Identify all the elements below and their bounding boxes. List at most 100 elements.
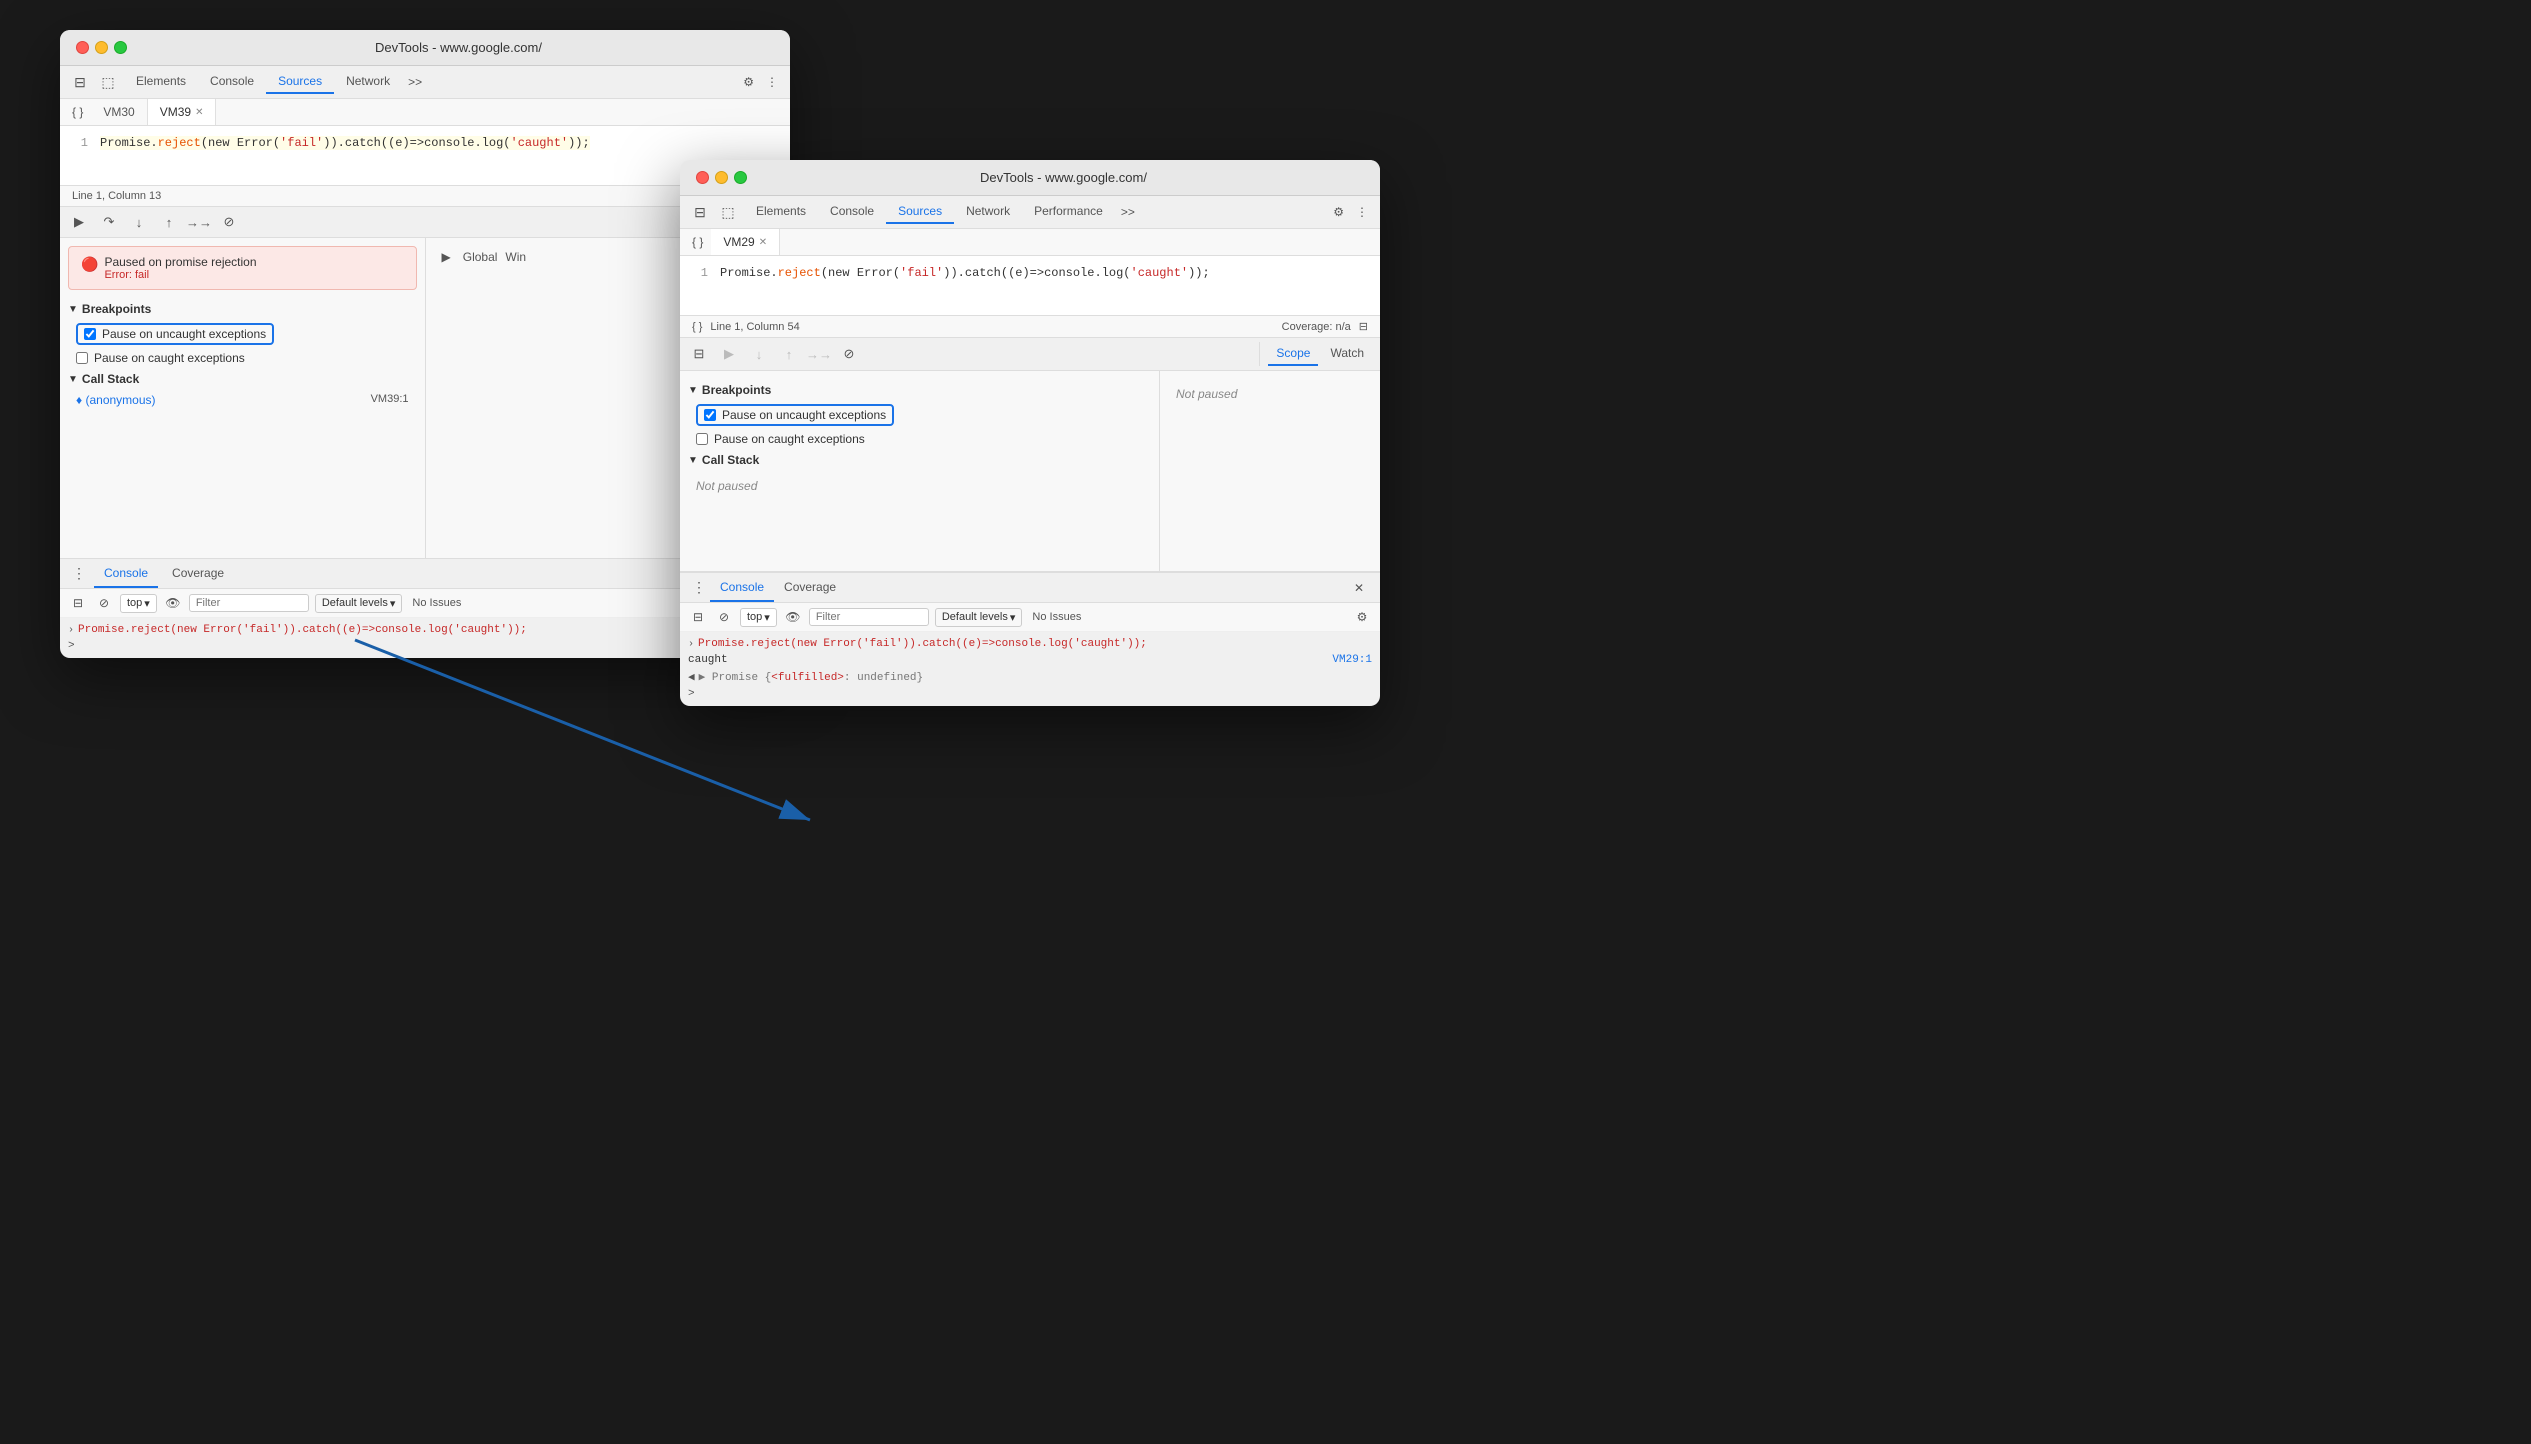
right-scope-2: Not paused — [1160, 371, 1380, 571]
resume-btn-1[interactable]: ▶ — [68, 211, 90, 233]
win-label-1[interactable]: Win — [505, 250, 526, 264]
pause-caught-item-2[interactable]: Pause on caught exceptions — [688, 429, 1151, 449]
pause-uncaught-item-1[interactable]: Pause on uncaught exceptions — [68, 320, 417, 348]
callstack-header-1[interactable]: ▼ Call Stack — [68, 368, 417, 390]
top-selector-1[interactable]: top ▾ — [120, 594, 157, 613]
promise-expand-icon[interactable]: ◀ — [688, 670, 695, 684]
traffic-lights-1 — [76, 41, 127, 54]
more-icon-2[interactable]: ⋮ — [1352, 201, 1372, 223]
console-text-2a: Promise.reject(new Error('fail')).catch(… — [698, 638, 1147, 650]
pause-uncaught-checkbox-1[interactable] — [84, 328, 96, 340]
expand-global-icon[interactable]: ▶ — [442, 250, 451, 264]
filter-input-1[interactable] — [189, 594, 309, 612]
minimize-button-2[interactable] — [715, 171, 728, 184]
global-label-1[interactable]: Global — [463, 250, 498, 264]
eye-btn-2[interactable]: 👁 — [783, 607, 803, 627]
settings-icon-2[interactable]: ⚙ — [1329, 201, 1348, 223]
top-label-1: top — [127, 597, 142, 609]
clear-btn-2[interactable]: ⊘ — [714, 607, 734, 627]
step-into-btn-1[interactable]: ↓ — [128, 211, 150, 233]
close-button-1[interactable] — [76, 41, 89, 54]
close-console-icon-2[interactable]: ✕ — [1346, 577, 1372, 599]
console-dots-icon[interactable]: ⋮ — [68, 559, 90, 588]
callstack-label-2: Call Stack — [702, 453, 759, 467]
console-cursor-1[interactable]: > — [68, 638, 782, 654]
step-into-btn-2[interactable]: ↑ — [778, 343, 800, 365]
sidebar-btn-1[interactable]: ⊟ — [68, 593, 88, 613]
callstack-header-2[interactable]: ▼ Call Stack — [688, 449, 1151, 471]
deactivate-btn-2[interactable]: ⊘ — [838, 343, 860, 365]
console-line-2a: › Promise.reject(new Error('fail')).catc… — [688, 636, 1372, 652]
expand-arrow-icon-1[interactable]: › — [68, 625, 74, 636]
pause-btn-2[interactable]: ⊟ — [688, 343, 710, 365]
deactivate-btn-1[interactable]: ⊘ — [218, 211, 240, 233]
scope-tab-2[interactable]: Scope — [1268, 342, 1318, 366]
tab-console-2[interactable]: Console — [818, 200, 886, 224]
breakpoints-header-2[interactable]: ▼ Breakpoints — [688, 379, 1151, 401]
code-area-2: 1 Promise.reject(new Error('fail')).catc… — [680, 256, 1380, 316]
resume-btn-2[interactable]: ▶ — [718, 343, 740, 365]
expand-icon-2[interactable]: ▶ — [699, 672, 706, 684]
caught-line-2: caught VM29:1 — [688, 654, 1372, 666]
pause-caught-label-2: Pause on caught exceptions — [714, 432, 865, 446]
filter-input-2[interactable] — [809, 608, 929, 626]
file-tab-vm30[interactable]: VM30 — [91, 99, 147, 125]
more-icon-1[interactable]: ⋮ — [762, 71, 782, 93]
console-tab-1[interactable]: Console — [94, 560, 158, 588]
inspector-icon-2[interactable]: ⬚ — [716, 200, 740, 224]
vm29-link-2[interactable]: VM29:1 — [1332, 654, 1372, 666]
tab-bar-2: Elements Console Sources Network Perform… — [744, 200, 1141, 224]
step-over-btn-2[interactable]: ↓ — [748, 343, 770, 365]
file-tab-vm29[interactable]: VM29 ✕ — [711, 229, 780, 255]
default-levels-1[interactable]: Default levels ▾ — [315, 594, 403, 613]
sidebar-toggle-icon-2[interactable]: ⊟ — [688, 200, 712, 224]
coverage-tab-1[interactable]: Coverage — [162, 560, 234, 588]
close-button-2[interactable] — [696, 171, 709, 184]
file-tab-toggle-1[interactable]: { } — [64, 99, 91, 125]
tab-sources-2[interactable]: Sources — [886, 200, 954, 224]
step-out-btn-1[interactable]: ↑ — [158, 211, 180, 233]
close-vm39-icon[interactable]: ✕ — [195, 107, 203, 118]
pause-uncaught-item-2[interactable]: Pause on uncaught exceptions — [688, 401, 1151, 429]
close-vm29-icon[interactable]: ✕ — [759, 237, 767, 248]
tab-elements-2[interactable]: Elements — [744, 200, 818, 224]
callstack-item-1[interactable]: ♦ (anonymous) VM39:1 — [68, 390, 417, 410]
tab-network-2[interactable]: Network — [954, 200, 1022, 224]
coverage-tab-2[interactable]: Coverage — [774, 574, 846, 602]
default-levels-2[interactable]: Default levels ▾ — [935, 608, 1023, 627]
dock-icon-2[interactable]: ⊟ — [1359, 320, 1368, 333]
pause-caught-item-1[interactable]: Pause on caught exceptions — [68, 348, 417, 368]
tab-sources-1[interactable]: Sources — [266, 70, 334, 94]
file-tab-toggle-2[interactable]: { } — [684, 229, 711, 255]
maximize-button-2[interactable] — [734, 171, 747, 184]
console-tab-2[interactable]: Console — [710, 574, 774, 602]
clear-btn-1[interactable]: ⊘ — [94, 593, 114, 613]
tab-network-1[interactable]: Network — [334, 70, 402, 94]
tab-performance-2[interactable]: Performance — [1022, 200, 1115, 224]
pause-caught-checkbox-1[interactable] — [76, 352, 88, 364]
file-tab-vm39[interactable]: VM39 ✕ — [148, 99, 217, 125]
step-next-btn-2[interactable]: →→ — [808, 343, 830, 365]
inspector-icon[interactable]: ⬚ — [96, 70, 120, 94]
sidebar-btn-2[interactable]: ⊟ — [688, 607, 708, 627]
top-selector-2[interactable]: top ▾ — [740, 608, 777, 627]
eye-btn-1[interactable]: 👁 — [163, 593, 183, 613]
minimize-button-1[interactable] — [95, 41, 108, 54]
breakpoints-header-1[interactable]: ▼ Breakpoints — [68, 298, 417, 320]
tab-console-1[interactable]: Console — [198, 70, 266, 94]
console-dots-icon-2[interactable]: ⋮ — [688, 573, 710, 602]
pause-uncaught-checkbox-2[interactable] — [704, 409, 716, 421]
pause-caught-checkbox-2[interactable] — [696, 433, 708, 445]
more-tabs-icon-2[interactable]: >> — [1115, 201, 1141, 223]
more-tabs-icon-1[interactable]: >> — [402, 71, 428, 93]
expand-arrow-icon-2a[interactable]: › — [688, 639, 694, 650]
console-cursor-2[interactable]: > — [688, 686, 1372, 702]
step-next-btn-1[interactable]: →→ — [188, 211, 210, 233]
maximize-button-1[interactable] — [114, 41, 127, 54]
settings-console-icon-2[interactable]: ⚙ — [1352, 607, 1372, 627]
watch-tab-2[interactable]: Watch — [1322, 342, 1372, 366]
settings-icon-1[interactable]: ⚙ — [739, 71, 758, 93]
tab-elements-1[interactable]: Elements — [124, 70, 198, 94]
step-over-btn-1[interactable]: ↷ — [98, 211, 120, 233]
sidebar-toggle-icon[interactable]: ⊟ — [68, 70, 92, 94]
